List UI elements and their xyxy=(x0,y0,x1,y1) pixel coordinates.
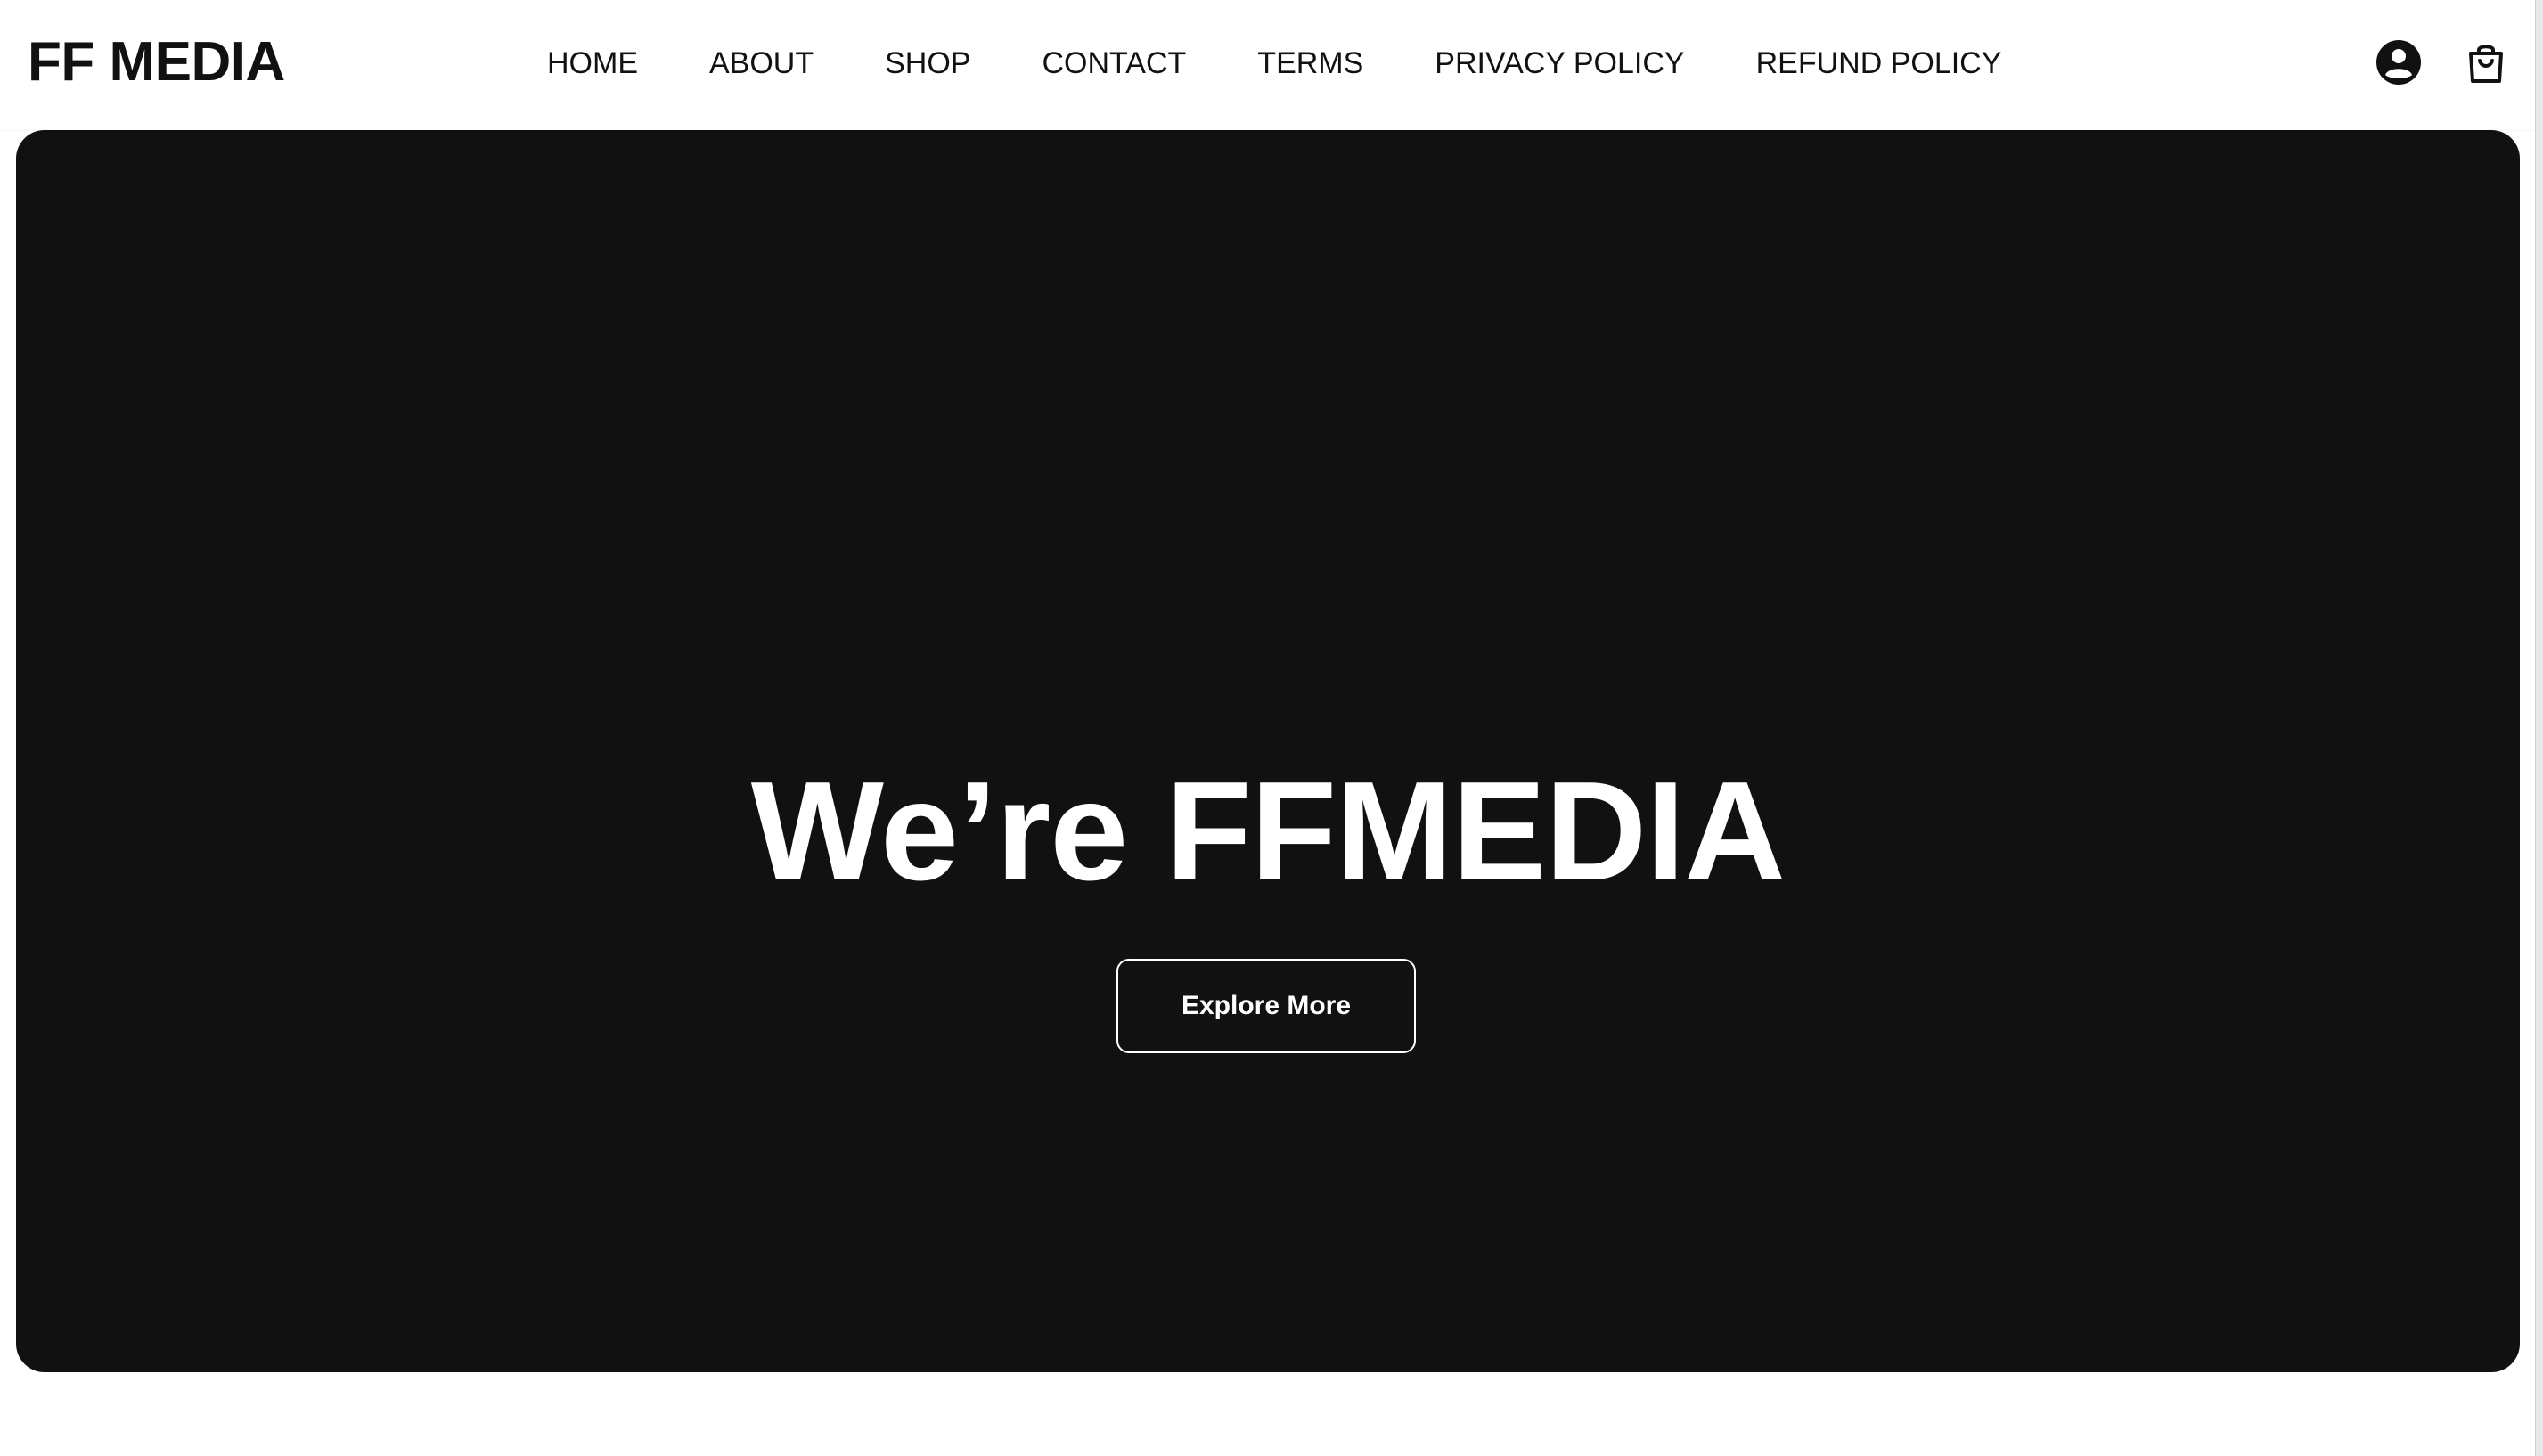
nav-item-about[interactable]: ABOUT xyxy=(709,37,814,89)
cart-button[interactable] xyxy=(2461,37,2511,87)
nav-item-contact[interactable]: CONTACT xyxy=(1042,37,1186,89)
hero-title: We’re FFMEDIA xyxy=(750,753,1786,910)
nav-item-privacy-policy[interactable]: PRIVACY POLICY xyxy=(1435,37,1684,89)
site-logo[interactable]: FF MEDIA xyxy=(28,27,285,98)
nav-item-terms[interactable]: TERMS xyxy=(1257,37,1363,89)
nav-item-refund-policy[interactable]: REFUND POLICY xyxy=(1756,37,2002,89)
nav-item-home[interactable]: HOME xyxy=(547,37,638,89)
scrollbar[interactable] xyxy=(2535,0,2543,1456)
account-icon xyxy=(2376,40,2421,85)
hero-banner: We’re FFMEDIA Explore More xyxy=(16,130,2520,1372)
account-button[interactable] xyxy=(2374,37,2424,87)
site-header: FF MEDIA HOME ABOUT SHOP CONTACT TERMS P… xyxy=(0,0,2536,129)
shopping-bag-icon xyxy=(2469,45,2503,83)
nav-item-shop[interactable]: SHOP xyxy=(885,37,970,89)
page: FF MEDIA HOME ABOUT SHOP CONTACT TERMS P… xyxy=(0,0,2543,1456)
explore-more-button[interactable]: Explore More xyxy=(1116,959,1416,1053)
main-nav: HOME ABOUT SHOP CONTACT TERMS PRIVACY PO… xyxy=(547,37,2001,89)
